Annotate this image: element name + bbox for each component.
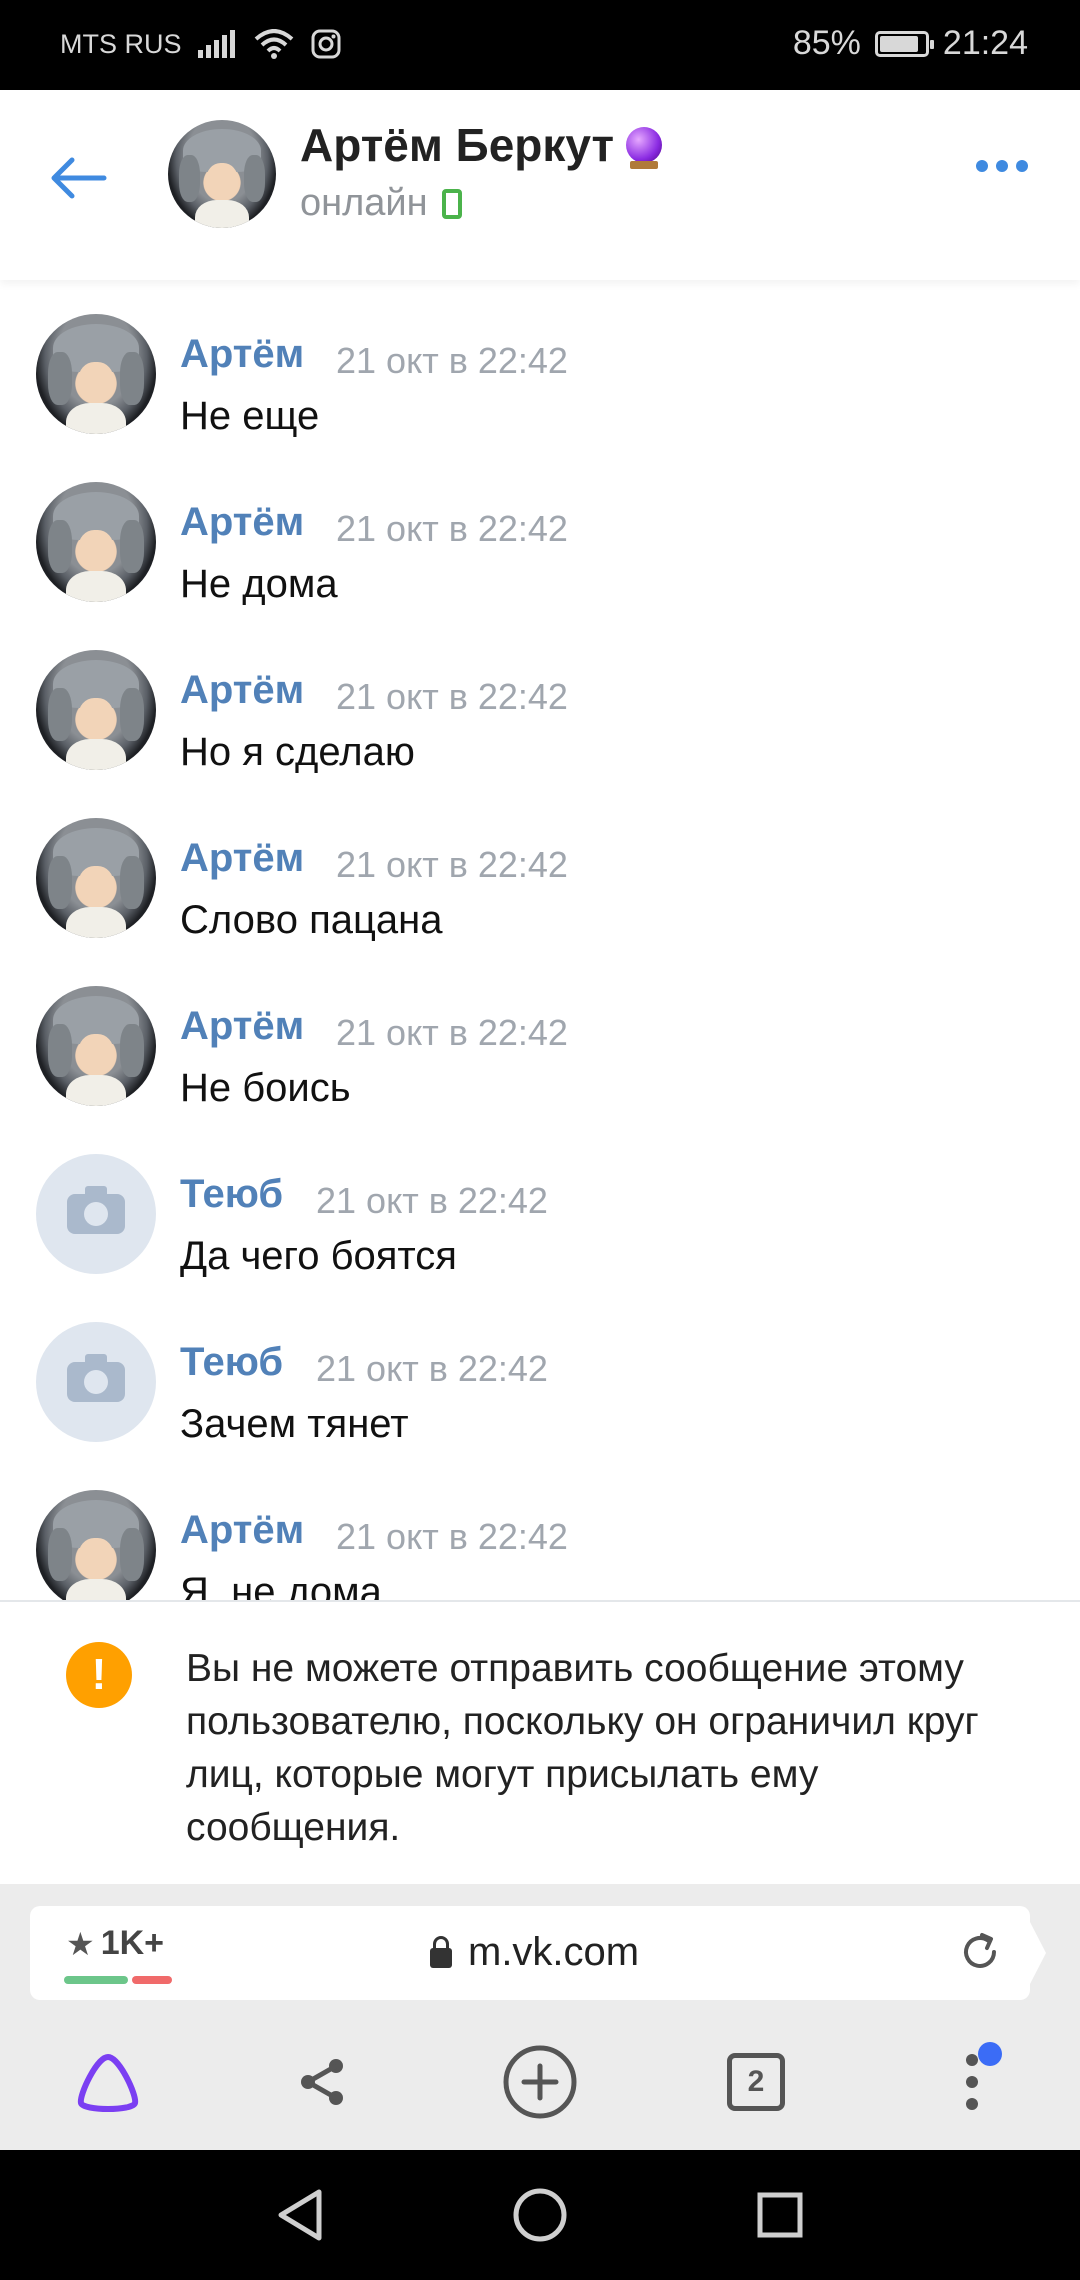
recents-square-icon [757,2192,803,2238]
send-restriction-notice: ! Вы не можете отправить сообщение этому… [0,1602,1080,1884]
nav-recents-button[interactable] [720,2150,840,2280]
message-author[interactable]: Артём [180,668,304,713]
message-text: Да чего боятся [180,1234,457,1278]
instagram-icon [311,29,340,59]
signal-icon [197,30,235,58]
message-time: 21 окт в 22:42 [336,1012,568,1053]
message-author[interactable]: Артём [180,836,304,881]
avatar[interactable] [36,314,156,434]
camera-icon [67,1354,125,1402]
plus-circle-icon [503,2045,577,2119]
avatar[interactable] [36,818,156,938]
message-time: 21 окт в 22:42 [336,1516,568,1557]
browser-menu-button[interactable] [912,2014,1032,2150]
avatar[interactable] [36,650,156,770]
message-author[interactable]: Артём [180,500,304,545]
message-item[interactable]: Артём 21 окт в 22:42 Не боись [0,980,1080,1148]
alice-icon [77,2054,139,2112]
url-text: m.vk.com [468,1930,640,1974]
home-circle-icon [513,2188,567,2242]
mobile-phone-icon [441,188,462,219]
message-time: 21 окт в 22:42 [336,340,568,381]
message-text: Но я сделаю [180,730,415,774]
message-text: Не еще [180,394,320,438]
browser-bar: ★ 1K+ m.vk.com 2 [0,1884,1080,2150]
message-item[interactable]: Артём 21 окт в 22:42 Не дома [0,476,1080,644]
avatar[interactable] [168,120,276,228]
message-item[interactable]: Теюб 21 окт в 22:42 Да чего боятся [0,1148,1080,1316]
message-author[interactable]: Артём [180,332,304,377]
chat-header: Артём Беркут онлайн [0,90,1080,280]
message-item[interactable]: Теюб 21 окт в 22:42 Зачем тянет [0,1316,1080,1484]
site-rating[interactable]: ★ 1K+ [66,1924,164,1963]
message-item[interactable]: Артём 21 окт в 22:42 Я, не дома [0,1484,1080,1600]
message-author[interactable]: Теюб [180,1340,283,1385]
battery-icon [874,30,934,57]
more-horizontal-icon[interactable] [976,160,1028,172]
star-icon: ★ [66,1925,95,1962]
rating-bar [64,1976,176,1984]
message-author[interactable]: Артём [180,1004,304,1049]
message-item[interactable]: Артём 21 окт в 22:42 Но я сделаю [0,644,1080,812]
nav-home-button[interactable] [480,2150,600,2280]
status-text: онлайн [300,182,428,224]
battery-percent: 85% [792,24,861,62]
reload-icon [964,1933,996,1968]
alice-button[interactable] [48,2014,168,2150]
notice-text: Вы не можете отправить сообщение этому п… [186,1647,979,1849]
message-text: Зачем тянет [180,1402,409,1446]
tabs-button[interactable]: 2 [696,2014,816,2150]
message-text: Я, не дома [180,1570,382,1600]
message-text: Не боись [180,1066,351,1110]
back-button[interactable] [40,140,116,216]
avatar[interactable] [36,1490,156,1600]
reload-button[interactable] [958,1930,1002,1979]
system-nav-bar [0,2150,1080,2280]
message-time: 21 окт в 22:42 [316,1180,548,1221]
lock-icon [430,1935,452,1968]
message-text: Слово пацана [180,898,443,942]
message-time: 21 окт в 22:42 [336,844,568,885]
message-time: 21 окт в 22:42 [336,676,568,717]
camera-icon [67,1186,125,1234]
crystal-ball-icon [626,127,663,169]
exclamation-icon: ! [66,1642,132,1708]
message-item[interactable]: Артём 21 окт в 22:42 Слово пацана [0,812,1080,980]
message-time: 21 окт в 22:42 [336,508,568,549]
online-status: онлайн [300,182,462,225]
new-tab-button[interactable] [480,2014,600,2150]
address-bar[interactable]: ★ 1K+ m.vk.com [30,1906,1046,2000]
more-vertical-icon [966,2054,978,2110]
message-author[interactable]: Артём [180,1508,304,1553]
tabs-count: 2 [727,2053,785,2111]
url-field[interactable]: m.vk.com [430,1930,639,1975]
nav-back-button[interactable] [240,2150,360,2280]
clock: 21:24 [942,24,1028,62]
notification-dot [978,2042,1002,2066]
avatar[interactable] [36,986,156,1106]
message-time: 21 окт в 22:42 [316,1348,548,1389]
carrier-label: MTS RUS [60,28,182,59]
message-author[interactable]: Теюб [180,1172,283,1217]
wifi-icon [254,29,293,59]
browser-toolbar: 2 [0,2014,1080,2150]
message-text: Не дома [180,562,338,606]
contact-name-row[interactable]: Артём Беркут [300,118,663,172]
arrow-left-icon [51,157,107,199]
message-list[interactable]: Артём 21 окт в 22:42 Не еще Артём 21 окт… [0,280,1080,1600]
avatar[interactable] [36,482,156,602]
status-bar: MTS RUS 85% 21:24 [0,0,1080,90]
contact-name: Артём Беркут [300,119,615,171]
share-icon [301,2059,343,2105]
share-button[interactable] [262,2014,382,2150]
rating-label: 1K+ [100,1924,165,1962]
avatar[interactable] [36,1154,156,1274]
message-item[interactable]: Артём 21 окт в 22:42 Не еще [0,308,1080,476]
back-triangle-icon [278,2189,322,2241]
avatar[interactable] [36,1322,156,1442]
